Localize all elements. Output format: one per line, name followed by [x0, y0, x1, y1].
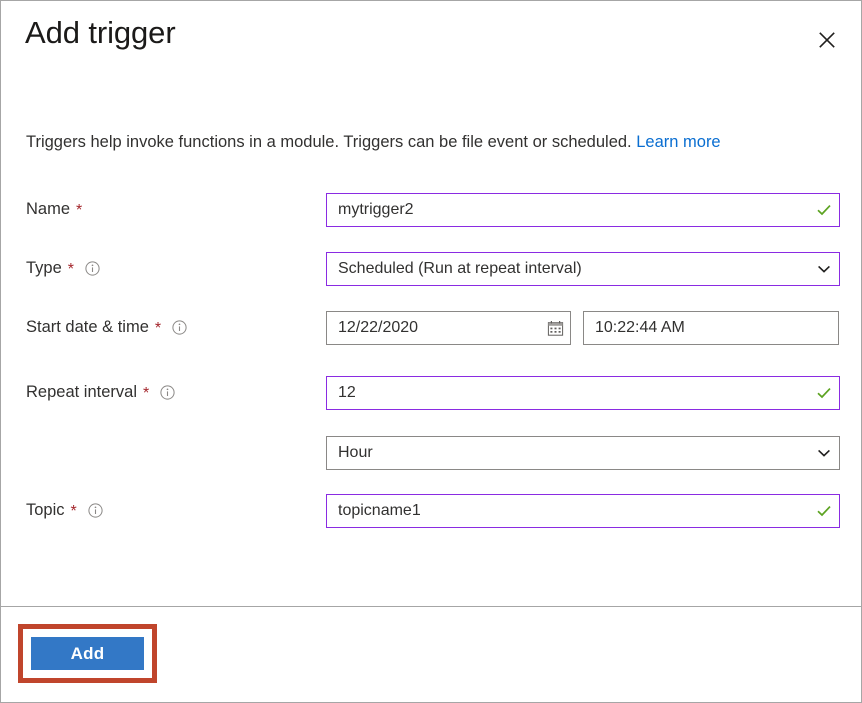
close-icon	[817, 30, 837, 50]
description-text: Triggers help invoke functions in a modu…	[26, 133, 637, 151]
info-icon[interactable]	[85, 261, 100, 276]
chevron-down-icon[interactable]	[809, 253, 839, 285]
topic-input[interactable]: topicname1	[326, 494, 840, 528]
page-title: Add trigger	[25, 15, 176, 50]
start-time-input[interactable]: 10:22:44 AM	[583, 311, 839, 345]
label-repeat-interval: Repeat interval *	[26, 383, 175, 402]
required-marker: *	[154, 319, 162, 337]
required-marker: *	[70, 502, 77, 520]
required-marker: *	[142, 384, 150, 402]
start-date-input[interactable]: 12/22/2020	[326, 311, 571, 345]
chevron-down-icon[interactable]	[809, 437, 839, 469]
name-input[interactable]: mytrigger2	[326, 193, 840, 227]
add-trigger-dialog: Add trigger Triggers help invoke functio…	[0, 0, 862, 703]
label-start-date-time: Start date & time *	[26, 318, 187, 337]
footer-divider	[1, 606, 861, 607]
calendar-icon[interactable]	[540, 312, 570, 344]
label-type-text: Type	[26, 259, 62, 277]
label-name: Name *	[26, 200, 82, 219]
info-icon[interactable]	[172, 320, 187, 335]
repeat-interval-input[interactable]: 12	[326, 376, 840, 410]
label-start-date-time-text: Start date & time	[26, 318, 149, 336]
label-repeat-interval-text: Repeat interval	[26, 383, 137, 401]
checkmark-icon	[809, 194, 839, 226]
learn-more-link[interactable]: Learn more	[636, 133, 720, 151]
repeat-interval-unit-value: Hour	[338, 444, 373, 461]
type-select-value: Scheduled (Run at repeat interval)	[338, 260, 582, 277]
checkmark-icon	[809, 495, 839, 527]
info-icon[interactable]	[88, 503, 103, 518]
info-icon[interactable]	[160, 385, 175, 400]
start-date-input-value: 12/22/2020	[338, 319, 419, 336]
topic-input-value: topicname1	[338, 502, 421, 519]
name-input-value: mytrigger2	[338, 201, 414, 218]
label-name-text: Name	[26, 200, 71, 218]
required-marker: *	[76, 201, 83, 219]
required-marker: *	[67, 260, 75, 278]
label-topic-text: Topic	[26, 501, 65, 519]
repeat-interval-unit-select[interactable]: Hour	[326, 436, 840, 470]
label-topic: Topic *	[26, 501, 103, 520]
dialog-description: Triggers help invoke functions in a modu…	[26, 131, 846, 153]
checkmark-icon	[809, 377, 839, 409]
close-button[interactable]	[809, 22, 845, 58]
dialog-header: Add trigger	[1, 1, 861, 91]
label-type: Type *	[26, 259, 100, 278]
type-select[interactable]: Scheduled (Run at repeat interval)	[326, 252, 840, 286]
start-time-input-value: 10:22:44 AM	[595, 319, 685, 336]
repeat-interval-input-value: 12	[338, 384, 356, 401]
add-button[interactable]: Add	[31, 637, 144, 670]
